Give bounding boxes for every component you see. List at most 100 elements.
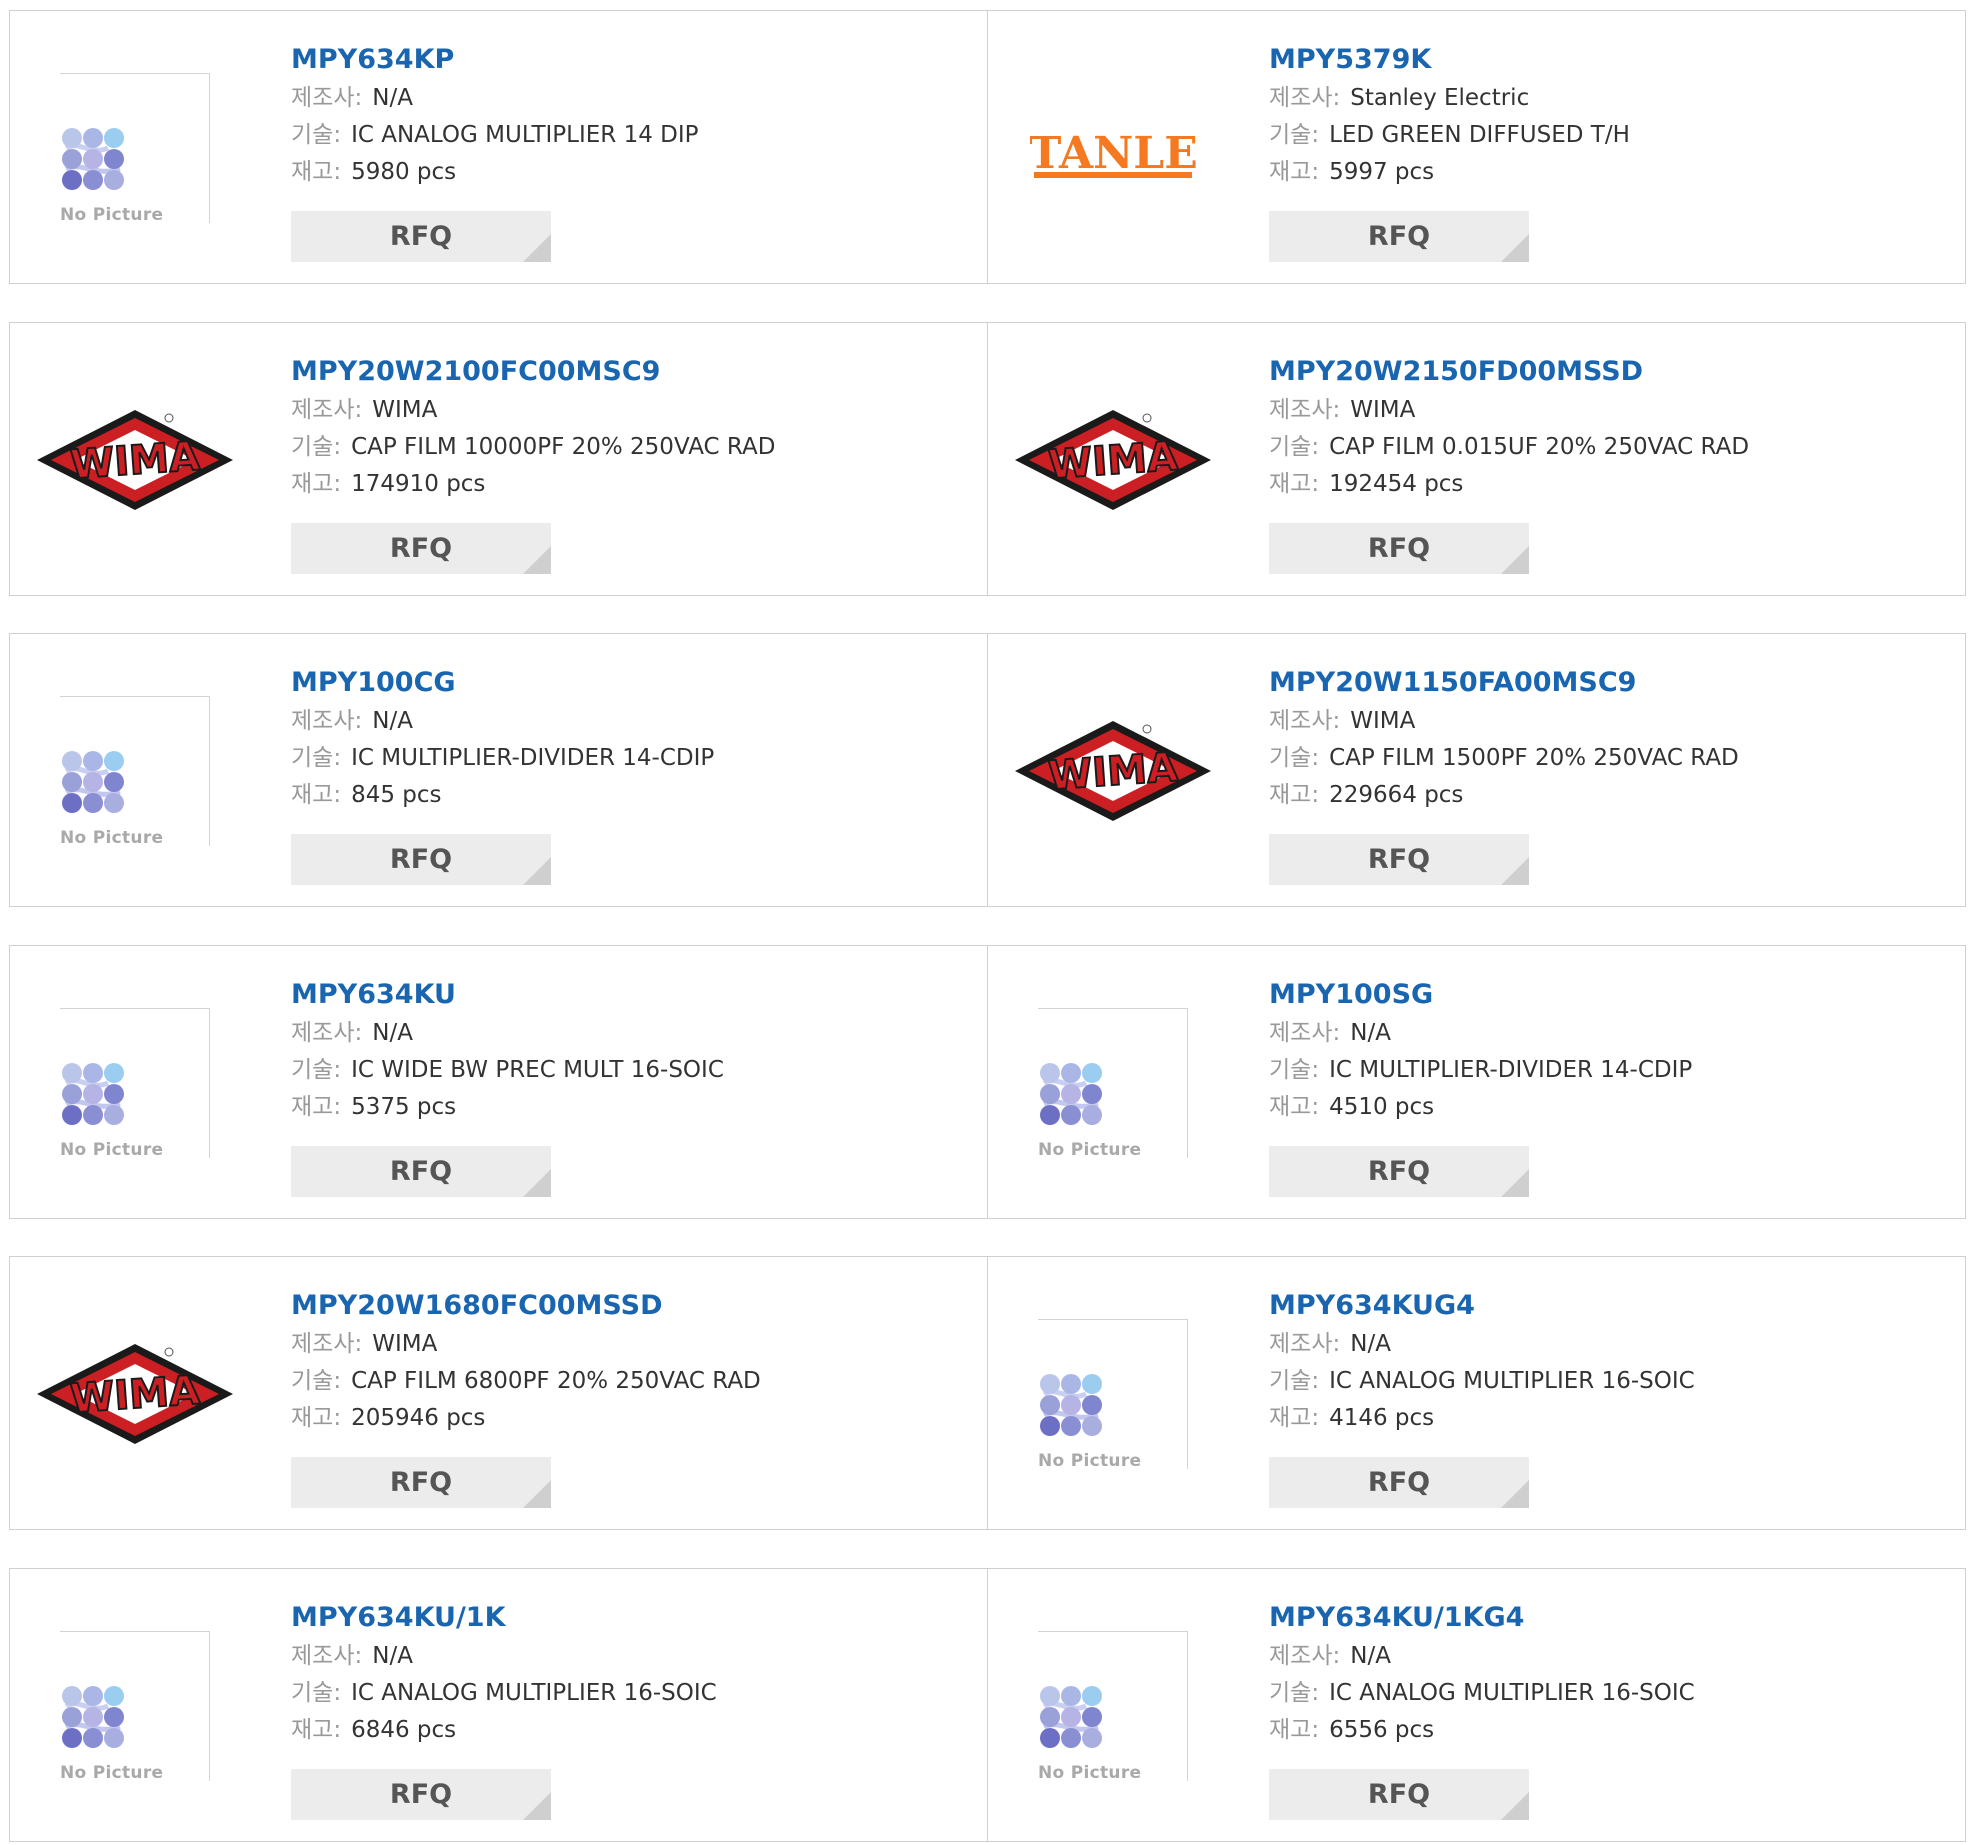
description-label: 기술: bbox=[291, 122, 342, 148]
rfq-button[interactable]: RFQ bbox=[291, 834, 551, 885]
stock-value: 174910 pcs bbox=[351, 471, 486, 497]
rfq-corner-decoration bbox=[1501, 857, 1529, 885]
part-number-link[interactable]: MPY634KU/1K bbox=[291, 1601, 977, 1635]
rfq-button[interactable]: RFQ bbox=[291, 1146, 551, 1197]
wima-logo: WIMA bbox=[1015, 410, 1211, 510]
product-info: MPY634KU/1KG4 제조사: N/A 기술: IC ANALOG MULTI… bbox=[1269, 1601, 1955, 1746]
rfq-button[interactable]: RFQ bbox=[291, 1769, 551, 1820]
part-number-link[interactable]: MPY634KU bbox=[291, 978, 977, 1012]
stock-label: 재고: bbox=[1269, 1094, 1320, 1120]
product-info: MPY100SG 제조사: N/A 기술: IC MULTIPLIER-DIVIDE… bbox=[1269, 978, 1955, 1123]
rfq-button[interactable]: RFQ bbox=[291, 1457, 551, 1508]
description-label: 기술: bbox=[1269, 1680, 1320, 1706]
description-value: IC ANALOG MULTIPLIER 14 DIP bbox=[351, 122, 699, 148]
manufacturer-value: WIMA bbox=[372, 397, 438, 423]
product-row: No Picture MPY634KU 제조사: N/A 기술: IC WIDE B… bbox=[9, 945, 1966, 1219]
stock-value: 6556 pcs bbox=[1329, 1717, 1435, 1743]
part-number-link[interactable]: MPY634KP bbox=[291, 43, 977, 77]
description-line: 기술: CAP FILM 10000PF 20% 250VAC RAD bbox=[291, 431, 977, 463]
manufacturer-line: 제조사: Stanley Electric bbox=[1269, 82, 1955, 114]
manufacturer-value: N/A bbox=[1350, 1331, 1391, 1357]
part-number-link[interactable]: MPY5379K bbox=[1269, 43, 1955, 77]
no-picture-label: No Picture bbox=[1038, 1763, 1148, 1783]
product-image[interactable]: No Picture bbox=[34, 1625, 236, 1787]
no-picture-label: No Picture bbox=[60, 1763, 170, 1783]
description-line: 기술: IC WIDE BW PREC MULT 16-SOIC bbox=[291, 1054, 977, 1086]
manufacturer-line: 제조사: N/A bbox=[291, 82, 977, 114]
product-image[interactable]: STANLEY bbox=[1012, 67, 1214, 229]
part-number-link[interactable]: MPY20W1680FC00MSSD bbox=[291, 1289, 977, 1323]
stock-label: 재고: bbox=[291, 1405, 342, 1431]
part-number-link[interactable]: MPY634KUG4 bbox=[1269, 1289, 1955, 1323]
product-card: WIMA MPY20W1680FC00MSSD 제조사: WIMA 기술: CAP … bbox=[9, 1256, 988, 1530]
manufacturer-value: N/A bbox=[1350, 1020, 1391, 1046]
rfq-button[interactable]: RFQ bbox=[1269, 211, 1529, 262]
manufacturer-line: 제조사: N/A bbox=[291, 705, 977, 737]
rfq-button[interactable]: RFQ bbox=[1269, 1457, 1529, 1508]
no-picture-label: No Picture bbox=[60, 1140, 170, 1160]
stock-line: 재고: 192454 pcs bbox=[1269, 468, 1955, 500]
wima-logo-text: WIMA bbox=[1047, 434, 1180, 489]
stock-value: 5375 pcs bbox=[351, 1094, 457, 1120]
product-image[interactable]: No Picture bbox=[1012, 1625, 1214, 1787]
wima-logo-text: WIMA bbox=[69, 1368, 202, 1423]
product-card: No Picture MPY100SG 제조사: N/A 기술: IC MULTIP… bbox=[987, 945, 1966, 1219]
stock-line: 재고: 6846 pcs bbox=[291, 1714, 977, 1746]
rfq-button[interactable]: RFQ bbox=[291, 211, 551, 262]
description-value: CAP FILM 0.015UF 20% 250VAC RAD bbox=[1329, 434, 1750, 460]
no-picture-icon bbox=[1040, 1374, 1102, 1436]
stock-line: 재고: 845 pcs bbox=[291, 779, 977, 811]
rfq-label: RFQ bbox=[1367, 1467, 1431, 1498]
wima-logo-text: WIMA bbox=[1047, 745, 1180, 800]
product-image[interactable]: WIMA bbox=[34, 379, 236, 541]
manufacturer-line: 제조사: N/A bbox=[291, 1017, 977, 1049]
product-row: No Picture MPY634KU/1K 제조사: N/A 기술: IC ANA… bbox=[9, 1568, 1966, 1842]
product-card: WIMA MPY20W2100FC00MSC9 제조사: WIMA 기술: CAP … bbox=[9, 322, 988, 596]
stock-line: 재고: 6556 pcs bbox=[1269, 1714, 1955, 1746]
part-number-link[interactable]: MPY100CG bbox=[291, 666, 977, 700]
stock-value: 6846 pcs bbox=[351, 1717, 457, 1743]
product-image[interactable]: No Picture bbox=[1012, 1313, 1214, 1475]
stock-line: 재고: 229664 pcs bbox=[1269, 779, 1955, 811]
part-number-link[interactable]: MPY20W2150FD00MSSD bbox=[1269, 355, 1955, 389]
rfq-label: RFQ bbox=[389, 221, 453, 252]
manufacturer-label: 제조사: bbox=[291, 397, 363, 423]
no-picture-placeholder: No Picture bbox=[60, 696, 210, 848]
rfq-button[interactable]: RFQ bbox=[1269, 1769, 1529, 1820]
product-image[interactable]: No Picture bbox=[34, 1002, 236, 1164]
description-label: 기술: bbox=[1269, 1057, 1320, 1083]
rfq-button[interactable]: RFQ bbox=[1269, 834, 1529, 885]
no-picture-placeholder: No Picture bbox=[60, 73, 210, 225]
description-value: IC ANALOG MULTIPLIER 16-SOIC bbox=[1329, 1680, 1695, 1706]
stock-label: 재고: bbox=[1269, 782, 1320, 808]
manufacturer-line: 제조사: N/A bbox=[1269, 1328, 1955, 1360]
stock-line: 재고: 5375 pcs bbox=[291, 1091, 977, 1123]
rfq-button[interactable]: RFQ bbox=[291, 523, 551, 574]
wima-logo: WIMA bbox=[37, 1344, 233, 1444]
part-number-link[interactable]: MPY100SG bbox=[1269, 978, 1955, 1012]
part-number-link[interactable]: MPY20W2100FC00MSC9 bbox=[291, 355, 977, 389]
rfq-button[interactable]: RFQ bbox=[1269, 523, 1529, 574]
product-image[interactable]: WIMA bbox=[1012, 379, 1214, 541]
stock-line: 재고: 5997 pcs bbox=[1269, 156, 1955, 188]
product-image[interactable]: No Picture bbox=[34, 690, 236, 852]
manufacturer-value: N/A bbox=[372, 708, 413, 734]
product-image[interactable]: WIMA bbox=[34, 1313, 236, 1475]
rfq-label: RFQ bbox=[389, 1779, 453, 1810]
manufacturer-line: 제조사: WIMA bbox=[291, 394, 977, 426]
product-image[interactable]: WIMA bbox=[1012, 690, 1214, 852]
manufacturer-label: 제조사: bbox=[291, 1643, 363, 1669]
description-value: CAP FILM 10000PF 20% 250VAC RAD bbox=[351, 434, 776, 460]
part-number-link[interactable]: MPY20W1150FA00MSC9 bbox=[1269, 666, 1955, 700]
rfq-corner-decoration bbox=[1501, 234, 1529, 262]
part-number-link[interactable]: MPY634KU/1KG4 bbox=[1269, 1601, 1955, 1635]
product-image[interactable]: No Picture bbox=[34, 67, 236, 229]
product-info: MPY20W1150FA00MSC9 제조사: WIMA 기술: CAP FILM … bbox=[1269, 666, 1955, 811]
rfq-corner-decoration bbox=[523, 1480, 551, 1508]
rfq-corner-decoration bbox=[1501, 546, 1529, 574]
rfq-button[interactable]: RFQ bbox=[1269, 1146, 1529, 1197]
product-card: No Picture MPY100CG 제조사: N/A 기술: IC MULTIP… bbox=[9, 633, 988, 907]
stock-label: 재고: bbox=[291, 1094, 342, 1120]
product-image[interactable]: No Picture bbox=[1012, 1002, 1214, 1164]
description-label: 기술: bbox=[1269, 745, 1320, 771]
